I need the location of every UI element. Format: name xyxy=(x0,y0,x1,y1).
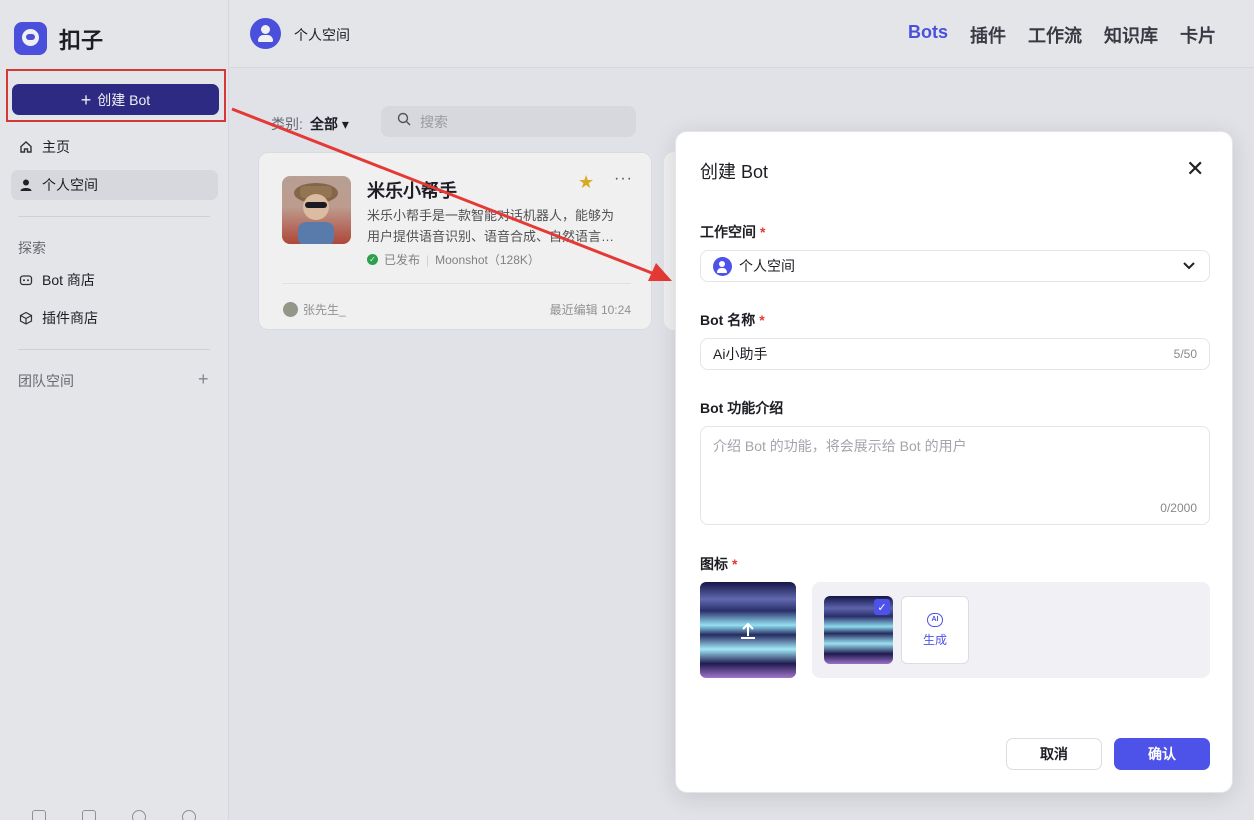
confirm-button[interactable]: 确认 xyxy=(1114,738,1210,770)
required-mark: * xyxy=(760,224,766,240)
bot-name-input[interactable]: Ai小助手 5/50 xyxy=(700,338,1210,370)
bot-name-char-count: 5/50 xyxy=(1173,347,1197,361)
generate-label: 生成 xyxy=(922,632,947,647)
bot-name-value: Ai小助手 xyxy=(713,346,768,362)
icon-label-text: 图标 xyxy=(700,556,728,572)
workspace-avatar-icon xyxy=(713,256,732,276)
upload-icon xyxy=(700,582,796,678)
selected-check-icon: ✓ xyxy=(874,599,890,615)
dialog-title: 创建 Bot xyxy=(700,162,769,182)
generate-icon-button[interactable]: AI 生成 xyxy=(901,596,969,664)
close-icon[interactable]: ✕ xyxy=(1186,156,1204,182)
create-bot-dialog: 创建 Bot ✕ 工作空间 * 个人空间 Bot 名称 * Ai小助手 5/50 B… xyxy=(675,131,1233,793)
bot-description-field-label: Bot 功能介绍 xyxy=(700,400,784,416)
required-mark: * xyxy=(732,556,738,572)
bot-description-char-count: 0/2000 xyxy=(1160,501,1197,515)
workspace-field-label: 工作空间 * xyxy=(700,222,765,242)
icon-upload[interactable] xyxy=(700,582,796,678)
workspace-select[interactable]: 个人空间 xyxy=(700,250,1210,282)
bot-description-placeholder: 介绍 Bot 的功能，将会展示给 Bot 的用户 xyxy=(713,438,967,454)
bot-description-textarea[interactable]: 介绍 Bot 的功能，将会展示给 Bot 的用户 0/2000 xyxy=(700,426,1210,525)
icon-option-selected[interactable]: ✓ xyxy=(824,596,893,664)
chevron-down-icon xyxy=(1183,262,1195,270)
bot-name-field-label: Bot 名称 * xyxy=(700,310,765,330)
required-mark: * xyxy=(759,312,765,328)
ai-generate-icon: AI xyxy=(927,612,943,627)
cancel-button[interactable]: 取消 xyxy=(1006,738,1102,770)
workspace-select-value: 个人空间 xyxy=(739,258,795,274)
icon-options-panel: ✓ AI 生成 xyxy=(812,582,1210,678)
icon-field-label: 图标 * xyxy=(700,554,737,574)
workspace-label-text: 工作空间 xyxy=(700,224,756,240)
bot-name-label-text: Bot 名称 xyxy=(700,312,756,328)
